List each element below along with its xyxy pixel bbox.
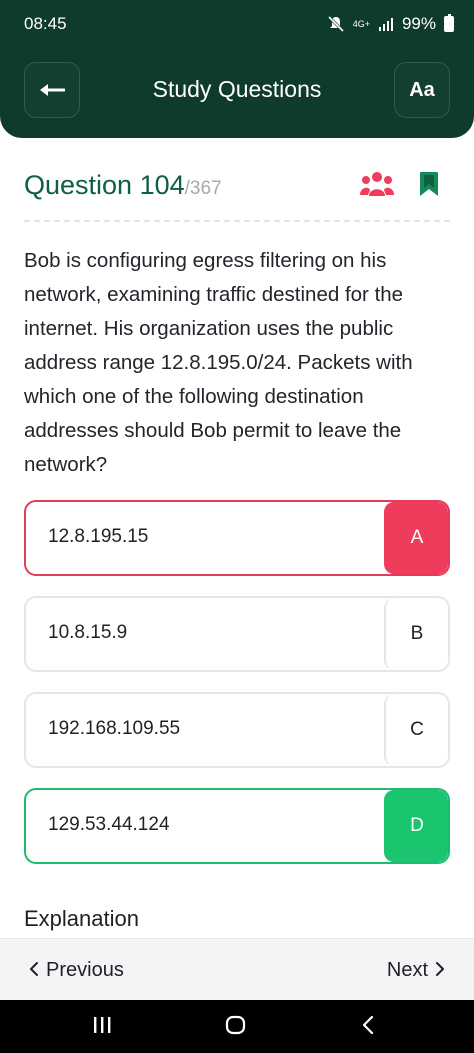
question-nav: Previous Next <box>0 938 474 1000</box>
home-icon[interactable] <box>225 1014 247 1036</box>
network-type: 4G+ <box>352 18 370 29</box>
question-header: Question 104/367 <box>24 170 450 210</box>
option-letter: C <box>384 694 448 766</box>
question-total: /367 <box>184 178 222 199</box>
chevron-left-icon <box>30 962 38 976</box>
bookmark-icon[interactable] <box>418 170 440 198</box>
option-letter: D <box>384 790 448 862</box>
recent-apps-icon[interactable] <box>92 1014 112 1036</box>
option-value: 192.168.109.55 <box>48 718 181 739</box>
option-c[interactable]: 192.168.109.55 C <box>24 692 450 768</box>
question-actions <box>360 170 440 198</box>
status-time: 08:45 <box>24 14 67 33</box>
status-icons: 4G+ 99% <box>327 14 454 34</box>
option-b[interactable]: 10.8.15.9 B <box>24 596 450 672</box>
system-back-icon[interactable] <box>360 1014 376 1036</box>
option-value: 129.53.44.124 <box>48 814 170 835</box>
app-header: 08:45 4G+ 99% Study Questions Aa <box>0 0 474 138</box>
battery-icon <box>444 14 454 32</box>
battery-percent: 99% <box>401 14 436 33</box>
divider <box>24 220 450 222</box>
option-value: 12.8.195.15 <box>48 526 149 547</box>
explanation-heading: Explanation <box>24 906 139 931</box>
option-value: 10.8.15.9 <box>48 622 128 643</box>
option-letter: B <box>384 598 448 670</box>
question-number: Question 104 <box>24 170 185 200</box>
option-a[interactable]: 12.8.195.15 A <box>24 500 450 576</box>
next-label: Next <box>386 959 428 981</box>
users-group-icon[interactable] <box>360 171 394 197</box>
previous-label: Previous <box>46 959 124 981</box>
option-letter: A <box>384 502 448 574</box>
question-text: Bob is configuring egress filtering on h… <box>24 249 413 476</box>
mute-icon <box>327 15 344 33</box>
status-bar: 08:45 4G+ 99% <box>0 0 474 50</box>
previous-button[interactable]: Previous <box>28 959 124 982</box>
system-nav-bar <box>0 1000 474 1053</box>
font-size-button[interactable]: Aa <box>394 62 450 118</box>
option-d[interactable]: 129.53.44.124 D <box>24 788 450 864</box>
chevron-right-icon <box>436 962 444 976</box>
next-button[interactable]: Next <box>387 959 446 982</box>
signal-icon <box>378 18 393 31</box>
